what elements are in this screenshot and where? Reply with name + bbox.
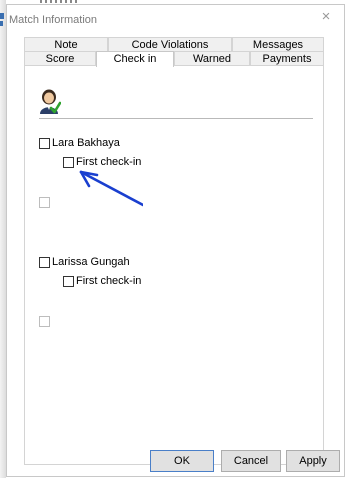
tab-row-back: Note Code Violations Messages: [24, 37, 324, 51]
annotation-arrow: [79, 170, 143, 207]
disabled-checkbox: [39, 197, 50, 208]
player-checkbox-larissa-gungah[interactable]: [39, 257, 50, 268]
player-checkbox-lara-bakhaya[interactable]: [39, 138, 50, 149]
player-name-larissa-gungah: Larissa Gungah: [52, 256, 130, 268]
tab-check-in[interactable]: Check in: [96, 51, 174, 67]
first-checkin-checkbox-larissa-gungah[interactable]: [63, 276, 74, 287]
first-checkin-label-larissa-gungah: First check-in: [76, 275, 142, 287]
divider: [39, 118, 313, 119]
check-in-panel: Lara Bakhaya First check-in Larissa Gung…: [24, 65, 324, 465]
tab-code-violations[interactable]: Code Violations: [108, 37, 232, 51]
tab-payments[interactable]: Payments: [250, 51, 324, 65]
dialog-title: Match Information: [9, 14, 98, 26]
user-check-icon: [40, 89, 61, 114]
apply-button[interactable]: Apply: [286, 450, 340, 472]
close-icon[interactable]: ×: [318, 9, 334, 25]
cancel-button[interactable]: Cancel: [221, 450, 281, 472]
background-marker: [0, 21, 3, 26]
tab-note[interactable]: Note: [24, 37, 108, 51]
tab-score[interactable]: Score: [24, 51, 96, 65]
background-dots: [40, 0, 80, 3]
disabled-checkbox: [39, 316, 50, 327]
ok-button[interactable]: OK: [150, 450, 214, 472]
tab-row-front: Score Check in Warned Payments: [24, 51, 324, 67]
player-name-lara-bakhaya: Lara Bakhaya: [52, 137, 120, 149]
tab-messages[interactable]: Messages: [232, 37, 324, 51]
background-marker: [0, 13, 4, 19]
tab-warned[interactable]: Warned: [174, 51, 250, 65]
